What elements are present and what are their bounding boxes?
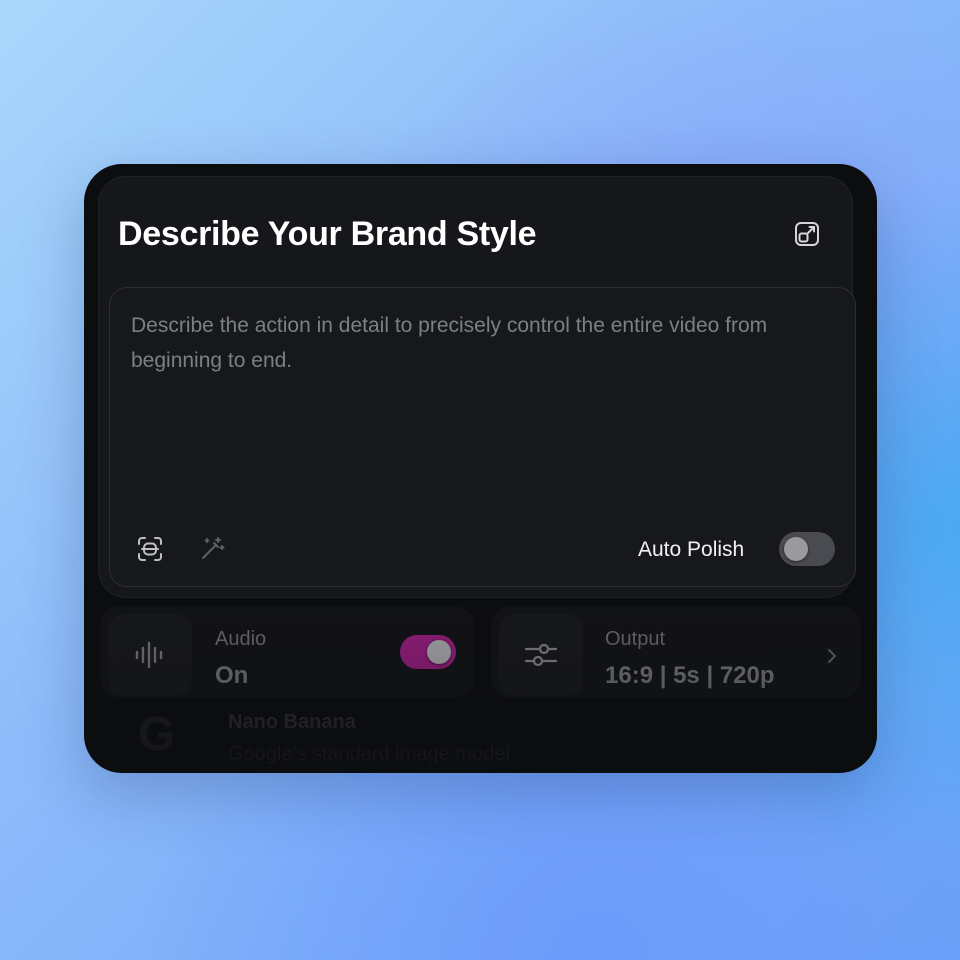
sliders-icon (499, 614, 583, 696)
audio-waveform-icon (108, 614, 192, 696)
chevron-right-icon (825, 646, 839, 666)
model-name: Nano Banana (228, 711, 356, 733)
toggle-knob (784, 537, 808, 561)
brand-style-panel: Describe Your Brand Style Describe the a… (98, 176, 856, 598)
audio-toggle[interactable] (400, 635, 456, 669)
auto-polish-label: Auto Polish (638, 538, 745, 561)
audio-value: On (215, 662, 249, 689)
output-setting-tile[interactable]: Output 16:9 | 5s | 720p (491, 606, 861, 698)
model-option-nano-banana[interactable]: G Nano Banana Google's standard image mo… (114, 709, 814, 773)
toggle-knob (427, 640, 451, 664)
scan-text-icon[interactable] (134, 533, 166, 565)
prompt-box: Auto Polish (109, 287, 856, 587)
brand-style-card: Describe Your Brand Style Describe the a… (84, 164, 877, 773)
output-label: Output (605, 628, 666, 650)
prompt-input[interactable] (131, 308, 831, 508)
output-value: 16:9 | 5s | 720p (605, 662, 775, 689)
google-logo-icon: G (138, 708, 176, 761)
audio-label: Audio (215, 628, 267, 650)
expand-icon[interactable] (792, 219, 822, 249)
magic-wand-icon[interactable] (196, 533, 228, 565)
auto-polish-toggle[interactable] (779, 532, 835, 566)
audio-setting-tile[interactable]: Audio On (100, 606, 474, 698)
model-description: Google's standard image model (228, 743, 510, 765)
panel-title: Describe Your Brand Style (118, 215, 537, 253)
